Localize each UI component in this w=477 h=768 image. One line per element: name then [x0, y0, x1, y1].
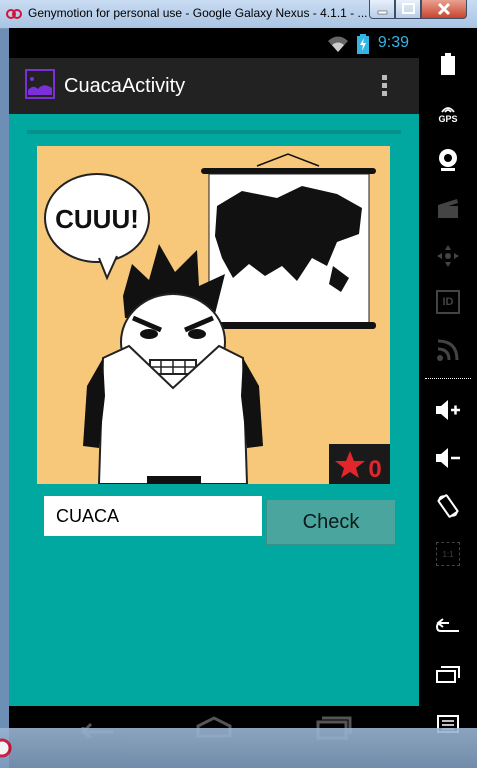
back-button[interactable]: [419, 606, 477, 646]
pixel-perfect-icon: 1:1: [436, 542, 460, 566]
battery-icon: [441, 53, 455, 75]
volume-down-icon: [436, 448, 460, 468]
windows-taskbar: [0, 728, 477, 768]
volume-up-button[interactable]: [419, 390, 477, 430]
action-bar: CuacaActivity: [9, 58, 419, 114]
activity-content: CUUU! 0 Check: [9, 114, 419, 706]
rss-icon: [437, 339, 459, 361]
side-panel-divider: [425, 378, 471, 379]
clapper-icon: [438, 199, 458, 218]
webcam-button[interactable]: [419, 140, 477, 180]
quiz-image: CUUU! 0: [37, 146, 390, 485]
window-title: Genymotion for personal use - Google Gal…: [28, 6, 368, 20]
overflow-menu-icon[interactable]: [381, 74, 389, 98]
genymotion-side-panel: GPS ID 1:1: [419, 28, 477, 768]
android-device: 9:39 CuacaActivity CUUU! 0 CUACA Check: [9, 28, 469, 768]
id-icon: ID: [436, 290, 460, 314]
device-id-button[interactable]: ID: [419, 282, 477, 322]
pixel-perfect-button[interactable]: 1:1: [419, 534, 477, 574]
close-icon: [437, 2, 451, 16]
battery-button[interactable]: [419, 44, 477, 84]
answer-input[interactable]: [44, 496, 262, 536]
wifi-icon: [328, 36, 348, 52]
app-image-icon[interactable]: [24, 68, 56, 100]
webcam-icon: [439, 149, 457, 171]
recent-apps-icon: [436, 666, 460, 683]
minimize-icon: [377, 10, 388, 15]
score-value: 0: [368, 456, 381, 483]
gps-label: GPS: [438, 114, 458, 124]
top-divider: [27, 130, 401, 134]
maximize-icon: [402, 3, 415, 14]
volume-down-button[interactable]: [419, 438, 477, 478]
rotate-icon: [437, 494, 459, 518]
battery-charging-icon: [357, 34, 369, 54]
maximize-button[interactable]: [395, 0, 421, 19]
status-clock: 9:39: [377, 34, 409, 51]
close-button[interactable]: [421, 0, 467, 19]
id-label: ID: [442, 296, 454, 308]
gps-button[interactable]: GPS: [419, 94, 477, 134]
recent-apps-button[interactable]: [419, 654, 477, 694]
capture-button[interactable]: [419, 188, 477, 228]
volume-up-icon: [436, 400, 460, 420]
window-titlebar: Genymotion for personal use - Google Gal…: [0, 0, 477, 29]
genymotion-app-icon: [6, 9, 22, 19]
minimize-button[interactable]: [369, 0, 395, 19]
quiz-illustration: CUUU! 0: [37, 146, 390, 485]
back-icon: [435, 618, 459, 632]
status-bar: 9:39: [9, 28, 419, 58]
dpad-icon: [437, 245, 459, 267]
app-title: CuacaActivity: [64, 75, 186, 97]
gps-icon: [441, 107, 455, 113]
network-button[interactable]: [419, 330, 477, 370]
speech-bubble-text: CUUU!: [55, 204, 139, 234]
pixel-perfect-label: 1:1: [442, 549, 454, 559]
taskbar-app-icon[interactable]: [0, 734, 12, 762]
rotate-button[interactable]: [419, 486, 477, 526]
dpad-button[interactable]: [419, 236, 477, 276]
check-button[interactable]: Check: [266, 499, 396, 545]
